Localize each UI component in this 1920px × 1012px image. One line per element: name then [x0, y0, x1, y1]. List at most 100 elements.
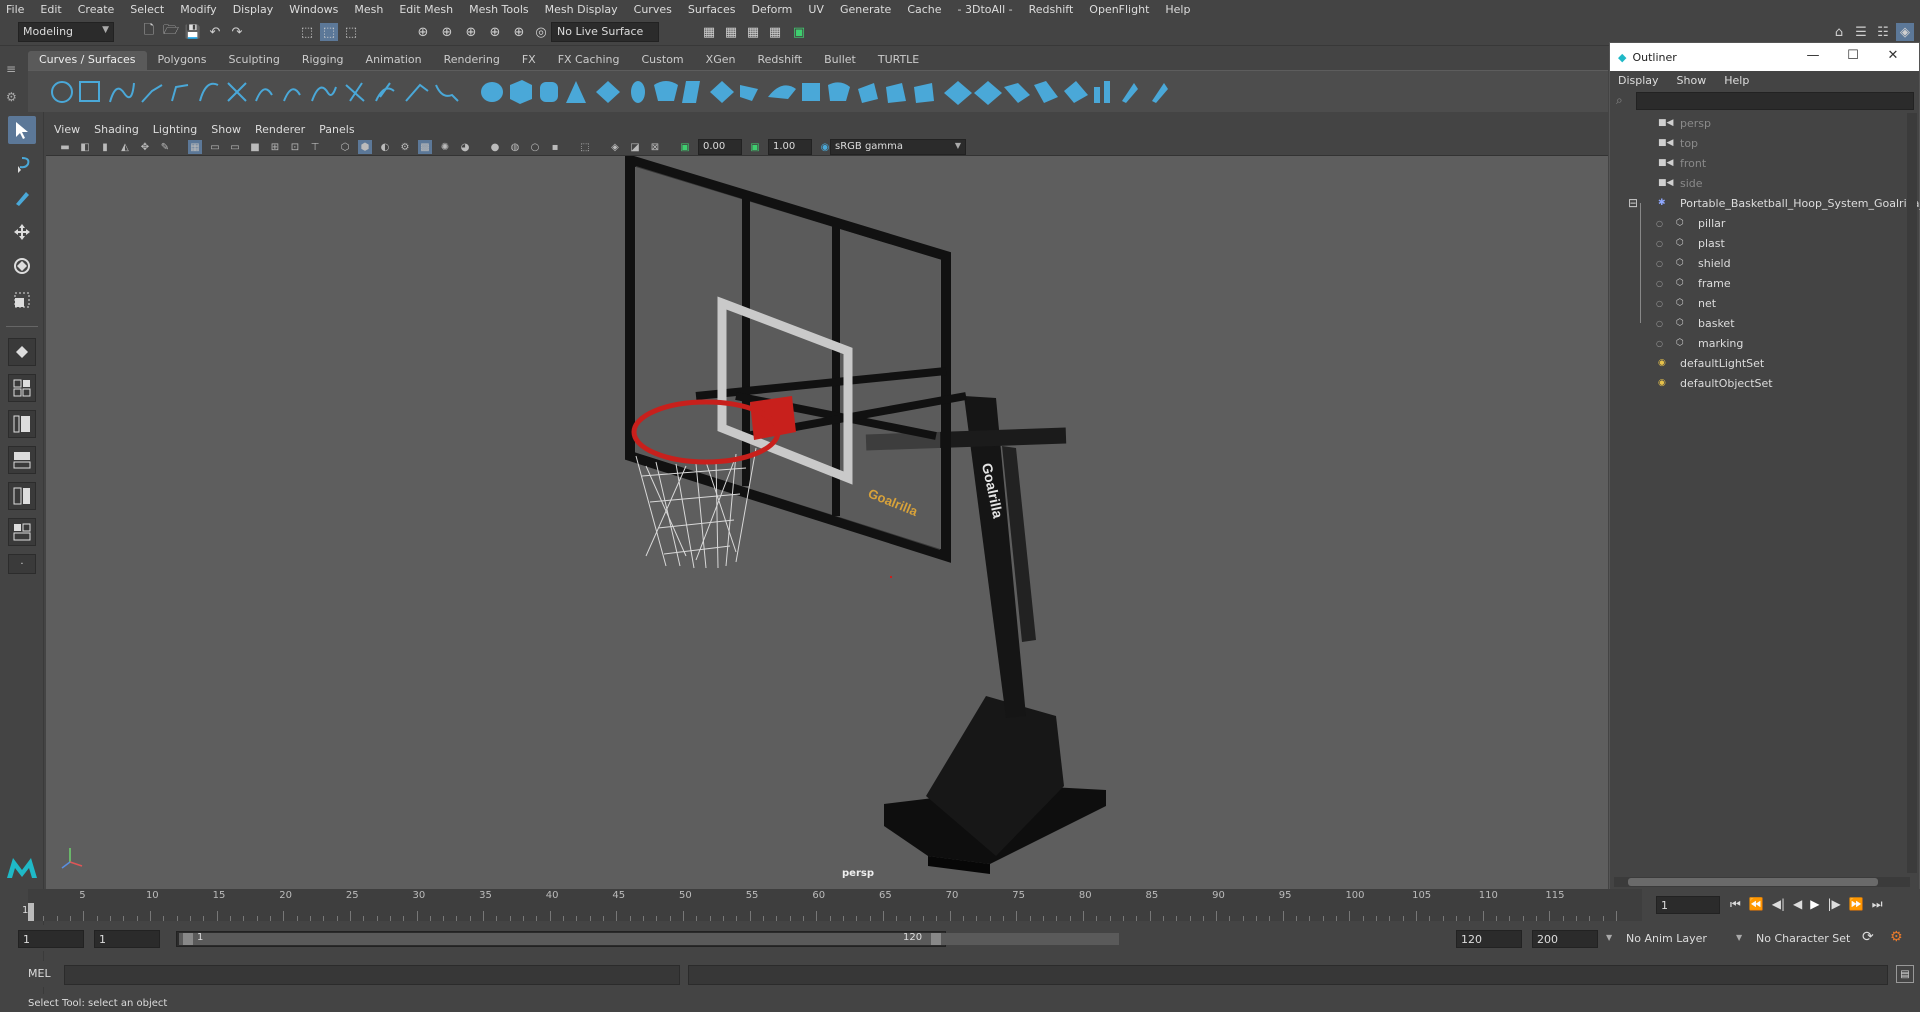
shelf-tab-rigging[interactable]: Rigging: [291, 51, 355, 70]
panel-menu-view[interactable]: View: [54, 123, 80, 136]
grease-pencil-icon[interactable]: ✎: [158, 140, 172, 154]
play-backwards-icon[interactable]: ◀: [1793, 897, 1802, 912]
outliner-item[interactable]: ○ ⬡ marking: [1656, 333, 1743, 353]
menu-windows[interactable]: Windows: [289, 3, 338, 16]
panel-menu-panels[interactable]: Panels: [319, 123, 354, 136]
snap-grid-icon[interactable]: ⊕: [414, 23, 432, 41]
current-frame-field[interactable]: 1: [1656, 896, 1720, 914]
panel-menu-lighting[interactable]: Lighting: [153, 123, 197, 136]
shelf-tab-sculpting[interactable]: Sculpting: [217, 51, 290, 70]
workspace-icon[interactable]: ⌂: [1830, 23, 1848, 41]
shelf-tab-bullet[interactable]: Bullet: [813, 51, 867, 70]
ambient-occlusion-icon[interactable]: ●: [488, 140, 502, 154]
menu-create[interactable]: Create: [78, 3, 115, 16]
persp-graph-layout-icon[interactable]: [8, 446, 36, 474]
animation-start-field[interactable]: 1: [18, 930, 84, 948]
step-back-key-icon[interactable]: ⏪: [1749, 897, 1764, 912]
menu-openflight[interactable]: OpenFlight: [1089, 3, 1149, 16]
ipr-render-icon[interactable]: ▦: [722, 23, 740, 41]
menu-modify[interactable]: Modify: [180, 3, 216, 16]
shelf-tab-fx-caching[interactable]: FX Caching: [547, 51, 631, 70]
live-surface-field[interactable]: No Live Surface: [551, 22, 659, 42]
menu-mesh-display[interactable]: Mesh Display: [545, 3, 618, 16]
view-transform-select[interactable]: sRGB gamma ▼: [830, 139, 966, 155]
panel-menu-show[interactable]: Show: [211, 123, 241, 136]
script-editor-icon[interactable]: ▤: [1896, 965, 1914, 983]
character-set-select[interactable]: No Character Set: [1756, 932, 1866, 945]
menu-help[interactable]: Help: [1165, 3, 1190, 16]
render-frame-icon[interactable]: ▦: [700, 23, 718, 41]
step-forward-frame-icon[interactable]: |▶: [1828, 897, 1841, 912]
menu-deform[interactable]: Deform: [751, 3, 792, 16]
menu-curves[interactable]: Curves: [634, 3, 672, 16]
collapse-icon[interactable]: ⊟: [1628, 196, 1638, 210]
make-live-icon[interactable]: ◎: [532, 23, 550, 41]
xray-icon[interactable]: ◈: [608, 140, 622, 154]
select-hierarchy-icon[interactable]: ⬚: [298, 23, 316, 41]
chevron-down-icon[interactable]: ▼: [1736, 933, 1742, 942]
xray-joints-icon[interactable]: ◪: [628, 140, 642, 154]
camera-attributes-icon[interactable]: ◧: [78, 140, 92, 154]
undo-icon[interactable]: ↶: [206, 23, 224, 41]
smooth-shade-icon[interactable]: ⬢: [358, 140, 372, 154]
command-language-label[interactable]: MEL: [28, 967, 51, 980]
outliner-menu-show[interactable]: Show: [1677, 74, 1707, 87]
outliner-item[interactable]: ○ ⬡ plast: [1656, 233, 1725, 253]
play-forwards-icon[interactable]: ▶: [1810, 897, 1819, 912]
shelf-tab-fx[interactable]: FX: [511, 51, 547, 70]
snap-point-icon[interactable]: ⊕: [462, 23, 480, 41]
menu-redshift[interactable]: Redshift: [1029, 3, 1074, 16]
menu-cache[interactable]: Cache: [907, 3, 941, 16]
shelf-tab-turtle[interactable]: TURTLE: [867, 51, 930, 70]
shelf-tab-redshift[interactable]: Redshift: [746, 51, 813, 70]
outliner-item[interactable]: ■◀ side: [1658, 173, 1703, 193]
outliner-hscrollbar[interactable]: [1614, 877, 1910, 887]
menu-select[interactable]: Select: [130, 3, 164, 16]
outliner-vscrollbar[interactable]: [1907, 113, 1917, 873]
go-to-start-icon[interactable]: ⏮: [1730, 897, 1741, 912]
select-component-icon[interactable]: ⬚: [342, 23, 360, 41]
command-input[interactable]: [64, 965, 680, 985]
anim-layer-select[interactable]: No Anim Layer: [1626, 932, 1736, 945]
outliner-item[interactable]: ○ ⬡ net: [1656, 293, 1716, 313]
go-to-end-icon[interactable]: ⏭: [1872, 897, 1883, 912]
snap-curve-icon[interactable]: ⊕: [438, 23, 456, 41]
outliner-item[interactable]: ○ ⬡ shield: [1656, 253, 1731, 273]
outliner-search-input[interactable]: [1636, 92, 1914, 110]
outliner-menu-help[interactable]: Help: [1724, 74, 1749, 87]
visibility-icon[interactable]: ○: [1656, 339, 1663, 348]
exposure-icon[interactable]: ▣: [678, 140, 692, 154]
outliner-item[interactable]: ◉ defaultObjectSet: [1658, 373, 1773, 393]
auto-key-icon[interactable]: ⟳: [1862, 929, 1874, 945]
visibility-icon[interactable]: ○: [1656, 259, 1663, 268]
render-settings-icon[interactable]: ▦: [744, 23, 762, 41]
animation-end-field[interactable]: 200: [1532, 930, 1598, 948]
panel-menu-shading[interactable]: Shading: [94, 123, 139, 136]
gamma-field[interactable]: 1.00: [768, 139, 812, 155]
shelf-tab-curves-surfaces[interactable]: Curves / Surfaces: [28, 51, 147, 70]
menu-file[interactable]: File: [6, 3, 24, 16]
shelf-settings-icon[interactable]: ⚙: [6, 90, 17, 104]
menu-set-select[interactable]: Modeling ▼: [18, 22, 114, 42]
shelf-tab-rendering[interactable]: Rendering: [433, 51, 511, 70]
lights-icon[interactable]: ✺: [438, 140, 452, 154]
range-slider[interactable]: 1 120: [176, 931, 1119, 947]
menu-generate[interactable]: Generate: [840, 3, 891, 16]
visibility-icon[interactable]: ○: [1656, 219, 1663, 228]
basketball-hoop-model[interactable]: Goalrilla Goalrilla: [46, 156, 1608, 889]
menu-display[interactable]: Display: [233, 3, 274, 16]
shelf-handle[interactable]: ≡ ⚙: [0, 50, 28, 112]
attribute-editor-icon[interactable]: ☰: [1852, 23, 1870, 41]
safe-title-icon[interactable]: ⊤: [308, 140, 322, 154]
visibility-icon[interactable]: ○: [1656, 239, 1663, 248]
menu-mesh[interactable]: Mesh: [354, 3, 383, 16]
maximize-icon[interactable]: ☐: [1833, 48, 1873, 63]
playback-end-field[interactable]: 120: [1456, 930, 1522, 948]
default-material-icon[interactable]: ◐: [378, 140, 392, 154]
outliner-item[interactable]: ■◀ front: [1658, 153, 1706, 173]
shelf-tab-custom[interactable]: Custom: [631, 51, 695, 70]
step-back-frame-icon[interactable]: ◀|: [1772, 897, 1785, 912]
current-time-indicator[interactable]: [28, 903, 34, 921]
outliner-item[interactable]: ○ ⬡ pillar: [1656, 213, 1725, 233]
bookmark-icon[interactable]: ▮: [98, 140, 112, 154]
